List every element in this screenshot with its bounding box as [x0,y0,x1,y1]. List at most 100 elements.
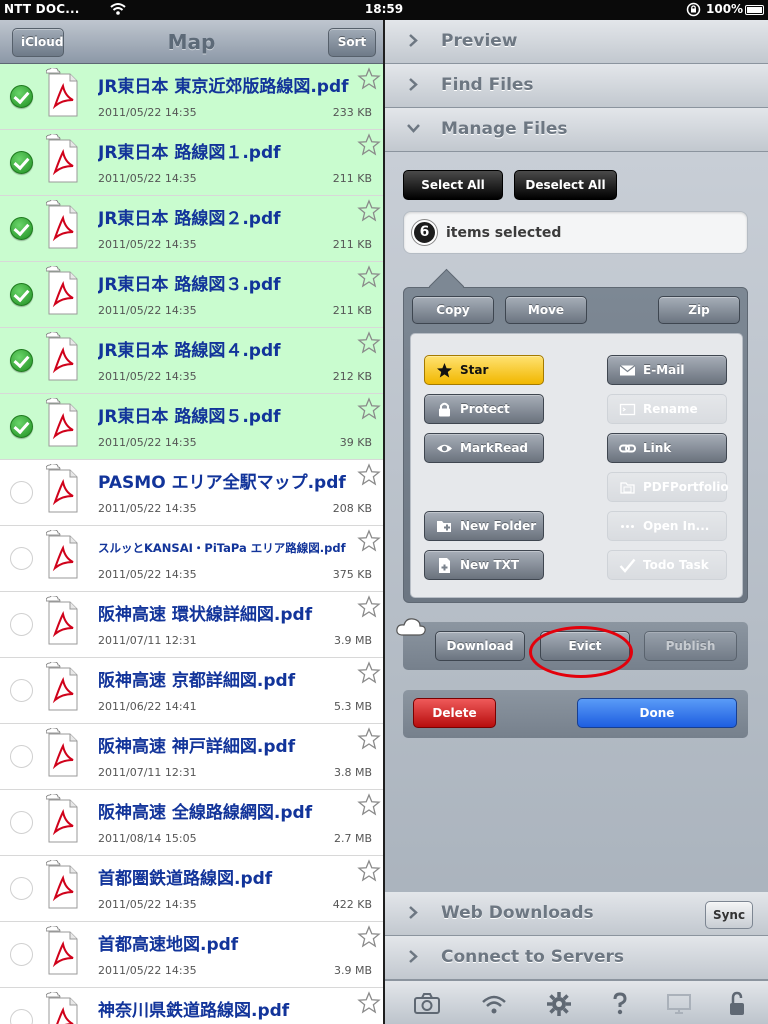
file-row[interactable]: JR東日本 東京近郊版路線図.pdf 2011/05/22 14:35 233 KB [0,64,383,130]
more-icon [621,525,634,528]
copy-button[interactable]: Copy [412,296,494,324]
favorite-star-icon[interactable] [357,727,381,751]
file-list: JR東日本 東京近郊版路線図.pdf 2011/05/22 14:35 233 KB… [0,64,383,1024]
star-button[interactable]: Star [424,355,544,385]
file-date: 2011/05/22 14:35 [98,436,197,449]
favorite-star-icon[interactable] [357,133,381,157]
file-name: PASMO エリア全駅マップ.pdf [98,473,346,493]
file-row[interactable]: JR東日本 路線図３.pdf 2011/05/22 14:35 211 KB [0,262,383,328]
file-browser-pane: iCloud Map Sort JR東日本 東京近郊版路線図.pdf 2011/0… [0,20,383,1024]
file-row[interactable]: JR東日本 路線図２.pdf 2011/05/22 14:35 211 KB [0,196,383,262]
sort-button[interactable]: Sort [328,28,376,57]
selection-checkbox[interactable] [10,217,33,240]
selection-checkbox[interactable] [10,811,33,834]
section-manage-files[interactable]: Manage Files [385,108,768,152]
file-name: JR東日本 路線図１.pdf [98,143,281,163]
file-row[interactable]: 首都圏鉄道路線図.pdf 2011/05/22 14:35 422 KB [0,856,383,922]
selection-checkbox[interactable] [10,85,33,108]
favorite-star-icon[interactable] [357,529,381,553]
selection-checkbox[interactable] [10,1009,33,1024]
file-size: 375 KB [332,568,372,581]
selection-checkbox[interactable] [10,415,33,438]
chevron-right-icon [409,906,418,919]
deselect-all-button[interactable]: Deselect All [514,170,617,200]
move-button[interactable]: Move [505,296,587,324]
selection-checkbox[interactable] [10,613,33,636]
favorite-star-icon[interactable] [357,793,381,817]
file-size: 211 KB [332,304,372,317]
link-button[interactable]: Link [607,433,727,463]
selection-checkbox[interactable] [10,943,33,966]
section-web-downloads[interactable]: Web Downloads Sync [385,892,768,936]
zip-button[interactable]: Zip [658,296,740,324]
favorite-star-icon[interactable] [357,67,381,91]
wifi-icon[interactable] [480,990,508,1018]
unlock-icon[interactable] [723,990,751,1018]
selection-checkbox[interactable] [10,877,33,900]
new-folder-button[interactable]: New Folder [424,511,544,541]
monitor-icon[interactable] [665,990,693,1018]
selection-checkbox[interactable] [10,151,33,174]
file-row[interactable]: JR東日本 路線図１.pdf 2011/05/22 14:35 211 KB [0,130,383,196]
selection-checkbox[interactable] [10,679,33,702]
file-row[interactable]: JR東日本 路線図４.pdf 2011/05/22 14:35 212 KB [0,328,383,394]
favorite-star-icon[interactable] [357,859,381,883]
pdfportfolio-button[interactable]: PDFPortfolio [607,472,729,502]
favorite-star-icon[interactable] [357,199,381,223]
file-name: JR東日本 路線図４.pdf [98,341,281,361]
favorite-star-icon[interactable] [357,331,381,355]
file-name: JR東日本 路線図３.pdf [98,275,281,295]
selection-checkbox[interactable] [10,547,33,570]
file-row[interactable]: 阪神高速 環状線詳細図.pdf 2011/07/11 12:31 3.9 MB [0,592,383,658]
section-label: Preview [441,31,518,51]
pdf-file-icon [46,860,78,909]
section-find-files[interactable]: Find Files [385,64,768,108]
favorite-star-icon[interactable] [357,661,381,685]
favorite-star-icon[interactable] [357,397,381,421]
file-name: JR東日本 路線図５.pdf [98,407,281,427]
tools-pane: Preview Find Files Manage Files Select A… [385,20,768,1024]
file-date: 2011/05/22 14:35 [98,304,197,317]
sync-button[interactable]: Sync [705,901,753,929]
todo-task-button[interactable]: Todo Task [607,550,727,580]
file-row[interactable]: 阪神高速 京都詳細図.pdf 2011/06/22 14:41 5.3 MB [0,658,383,724]
selection-checkbox[interactable] [10,283,33,306]
file-row[interactable]: 神奈川県鉄道路線図.pdf [0,988,383,1024]
select-all-button[interactable]: Select All [403,170,503,200]
file-row[interactable]: PASMO エリア全駅マップ.pdf 2011/05/22 14:35 208 KB [0,460,383,526]
chevron-down-icon [407,124,420,133]
help-icon[interactable] [606,990,634,1018]
email-button[interactable]: E-Mail [607,355,727,385]
add-document-icon [439,558,450,573]
rename-button[interactable]: Rename [607,394,727,424]
download-button[interactable]: Download [435,631,525,661]
protect-button[interactable]: Protect [424,394,544,424]
selection-checkbox[interactable] [10,745,33,768]
file-row[interactable]: JR東日本 路線図５.pdf 2011/05/22 14:35 39 KB [0,394,383,460]
favorite-star-icon[interactable] [357,463,381,487]
favorite-star-icon[interactable] [357,595,381,619]
file-row[interactable]: 首都高速地図.pdf 2011/05/22 14:35 3.9 MB [0,922,383,988]
favorite-star-icon[interactable] [357,991,381,1015]
markread-button[interactable]: MarkRead [424,433,544,463]
delete-button[interactable]: Delete [413,698,496,728]
selection-checkbox[interactable] [10,349,33,372]
gear-icon[interactable] [545,990,573,1018]
file-size: 211 KB [332,172,372,185]
favorite-star-icon[interactable] [357,265,381,289]
file-name: 阪神高速 環状線詳細図.pdf [98,605,313,625]
file-row[interactable]: スルッとKANSAI・PiTaPa エリア路線図.pdf 2011/05/22 1… [0,526,383,592]
open-in-button[interactable]: Open In... [607,511,727,541]
favorite-star-icon[interactable] [357,925,381,949]
section-connect-servers[interactable]: Connect to Servers [385,936,768,980]
section-label: Web Downloads [441,903,594,923]
file-row[interactable]: 阪神高速 神戸詳細図.pdf 2011/07/11 12:31 3.8 MB [0,724,383,790]
selection-checkbox[interactable] [10,481,33,504]
new-txt-button[interactable]: New TXT [424,550,544,580]
camera-icon[interactable] [413,990,441,1018]
pdf-file-icon [46,134,78,183]
file-row[interactable]: 阪神高速 全線路線網図.pdf 2011/08/14 15:05 2.7 MB [0,790,383,856]
publish-button[interactable]: Publish [644,631,737,661]
section-preview[interactable]: Preview [385,20,768,64]
done-button[interactable]: Done [577,698,737,728]
